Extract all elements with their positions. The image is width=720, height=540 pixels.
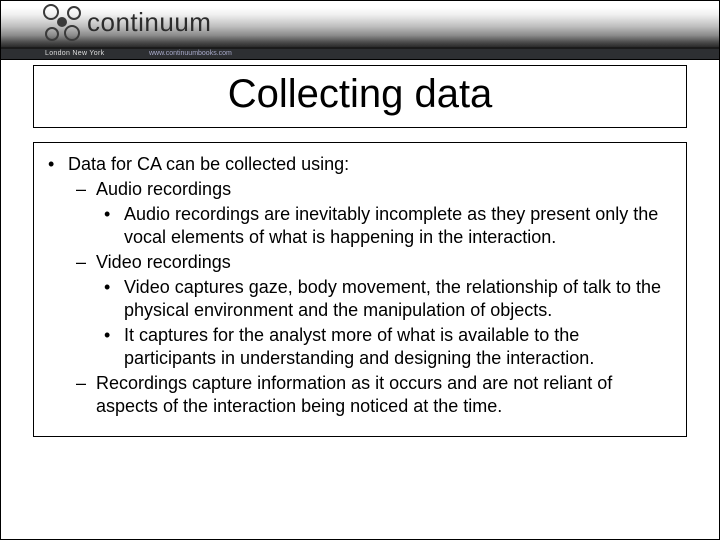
- list-item: Data for CA can be collected using:: [48, 153, 672, 176]
- header-cities: London New York: [45, 50, 104, 57]
- list-item: Video captures gaze, body movement, the …: [104, 276, 672, 322]
- header-bottomline: [1, 59, 719, 60]
- page-title: Collecting data: [42, 72, 678, 117]
- list-text: Data for CA can be collected using:: [68, 153, 672, 176]
- list-text: Video captures gaze, body movement, the …: [124, 276, 672, 322]
- dash-icon: [76, 178, 96, 201]
- bullet-icon: [104, 203, 124, 226]
- slide: continuum London New York www.continuumb…: [0, 0, 720, 540]
- list-text: Audio recordings are inevitably incomple…: [124, 203, 672, 249]
- bullet-icon: [104, 276, 124, 299]
- header-subbar: [1, 49, 719, 59]
- logo-mark-icon: [45, 5, 79, 39]
- list-item: Audio recordings are inevitably incomple…: [104, 203, 672, 249]
- content-box: Data for CA can be collected using: Audi…: [33, 142, 687, 437]
- bullet-icon: [104, 324, 124, 347]
- list-text: It captures for the analyst more of what…: [124, 324, 672, 370]
- list-item: Audio recordings: [76, 178, 672, 201]
- dash-icon: [76, 372, 96, 395]
- header-url: www.continuumbooks.com: [149, 50, 232, 57]
- brand-text: continuum: [87, 7, 211, 38]
- list-item: Video recordings: [76, 251, 672, 274]
- list-item: Recordings capture information as it occ…: [76, 372, 672, 418]
- logo: continuum: [45, 5, 211, 39]
- header-bar: continuum London New York www.continuumb…: [1, 1, 719, 59]
- list-text: Recordings capture information as it occ…: [96, 372, 672, 418]
- list-text: Video recordings: [96, 251, 672, 274]
- list-item: It captures for the analyst more of what…: [104, 324, 672, 370]
- title-box: Collecting data: [33, 65, 687, 128]
- dash-icon: [76, 251, 96, 274]
- list-text: Audio recordings: [96, 178, 672, 201]
- bullet-icon: [48, 153, 68, 176]
